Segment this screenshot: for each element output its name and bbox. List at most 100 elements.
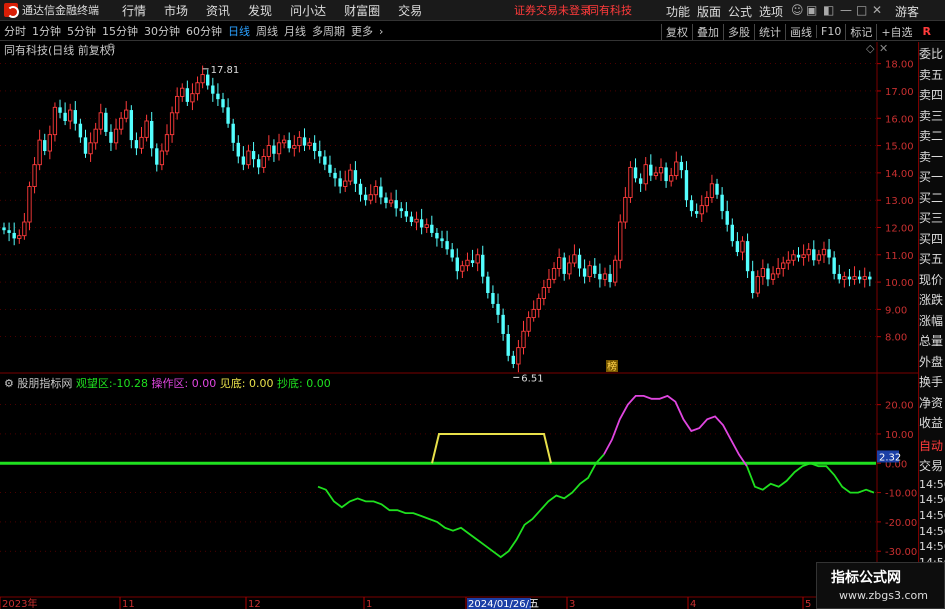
date-label: 4: [690, 599, 696, 609]
period-60min[interactable]: 60分钟: [186, 23, 222, 39]
candle-body-up: [572, 254, 577, 264]
period-fenshi[interactable]: 分时: [4, 23, 26, 39]
main-grid: [0, 42, 918, 609]
ind-tick-label: -10.00: [885, 489, 917, 500]
period-weekly[interactable]: 周线: [256, 23, 278, 39]
tool-f10[interactable]: F10: [816, 25, 845, 38]
candle-body-up: [613, 259, 618, 283]
candle-body-down: [221, 99, 225, 108]
lock-icon[interactable]: ▣: [806, 3, 817, 17]
candle-body-down: [633, 167, 638, 179]
tool-fuquan[interactable]: 复权: [661, 23, 692, 40]
candle-body-down: [694, 211, 699, 214]
candle-body-up: [159, 150, 165, 166]
tool-huaxian[interactable]: 画线: [785, 23, 816, 40]
ind-tick-label: -30.00: [885, 547, 917, 558]
r-badge[interactable]: R: [917, 25, 937, 38]
candle-body-down: [384, 197, 388, 203]
candle-body-down: [394, 200, 398, 209]
chevron-right-icon[interactable]: ›: [379, 25, 383, 38]
guest-label[interactable]: 游客: [895, 3, 919, 20]
skin-icon[interactable]: ◧: [823, 3, 834, 17]
menu-banmian[interactable]: 版面: [697, 3, 721, 20]
candle-body-up: [740, 240, 745, 253]
candle-body-down: [155, 148, 159, 165]
high-label: 17.81: [211, 65, 240, 76]
menu-gongneng[interactable]: 功能: [666, 3, 690, 20]
candle-body-down: [450, 249, 454, 258]
candle-body-down: [440, 238, 444, 242]
tab-auto[interactable]: 自动: [919, 436, 945, 457]
menu-hangqing[interactable]: 行情: [122, 2, 146, 19]
quote-label: 买五: [919, 252, 944, 266]
candle-body-up: [276, 142, 282, 155]
diamond-icon[interactable]: ◇: [866, 42, 874, 55]
quote-label: 卖一: [919, 149, 944, 164]
candle-body-down: [73, 110, 78, 124]
tool-biaoji[interactable]: 标记: [845, 23, 876, 40]
candle-body-up: [195, 82, 200, 95]
candle-body-up: [88, 142, 93, 155]
low-label: 6.51: [521, 373, 543, 384]
date-label: 2023年: [2, 597, 37, 609]
candle-body-down: [236, 142, 240, 157]
period-more[interactable]: 更多: [351, 23, 373, 39]
period-multi[interactable]: 多周期: [312, 23, 345, 39]
maximize-icon[interactable]: □: [856, 3, 867, 17]
candle-body-up: [623, 196, 628, 223]
trade-login-notice[interactable]: 证券交易未登录: [514, 2, 591, 18]
quote-label: 外盘: [919, 354, 944, 369]
candle-body-up: [775, 267, 781, 275]
period-15min[interactable]: 15分钟: [102, 23, 138, 39]
candle-body-down: [409, 216, 414, 223]
panel-close-icon[interactable]: ✕: [879, 42, 888, 55]
period-monthly[interactable]: 月线: [284, 23, 306, 39]
candlestick-series: 17.81 6.51 榜: [2, 65, 872, 384]
menu-jiaoyi[interactable]: 交易: [398, 2, 422, 19]
candle-body-down: [649, 164, 653, 176]
candle-body-down: [511, 355, 516, 364]
candle-body-up: [862, 276, 867, 280]
indicator-settings-icon[interactable]: ⚙: [4, 377, 17, 390]
tool-tongji[interactable]: 统计: [754, 23, 785, 40]
indicator-name: 股朋指标网: [17, 377, 73, 390]
candle-body-up: [669, 175, 674, 182]
quote-label: 涨幅: [919, 313, 944, 328]
tick-time: 14:56: [919, 540, 945, 554]
tool-zixuan[interactable]: +自选: [876, 23, 916, 40]
candle-body-up: [786, 259, 791, 264]
period-1min[interactable]: 1分钟: [32, 23, 61, 39]
candle-body-down: [745, 241, 750, 272]
candle-body-up: [261, 156, 266, 168]
close-icon[interactable]: ✕: [872, 3, 882, 17]
menu-faxian[interactable]: 发现: [248, 2, 272, 19]
menu-shichang[interactable]: 市场: [164, 2, 188, 19]
candle-body-up: [93, 128, 98, 144]
menu-gongshi[interactable]: 公式: [728, 3, 752, 20]
menu-zixun[interactable]: 资讯: [206, 2, 230, 19]
candle-body-up: [22, 221, 27, 237]
user-icon[interactable]: ☺: [791, 3, 804, 17]
menu-caifuquan[interactable]: 财富圈: [344, 2, 380, 19]
candle-body-down: [63, 112, 67, 121]
minimize-icon[interactable]: —: [840, 3, 852, 17]
period-30min[interactable]: 30分钟: [144, 23, 180, 39]
menu-wenxiaoda[interactable]: 问小达: [290, 2, 326, 19]
period-daily[interactable]: 日线: [228, 23, 250, 39]
tick-time: 14:56: [919, 493, 945, 507]
indicator-val-operate: 0.00: [191, 377, 217, 390]
candle-body-down: [664, 167, 668, 182]
period-5min[interactable]: 5分钟: [67, 23, 96, 39]
tool-diejia[interactable]: 叠加: [692, 23, 723, 40]
chart-area[interactable]: 17.816.51榜 18.0017.0016.0015.0014.0013.0…: [0, 42, 918, 609]
settings-icon[interactable]: ⚙: [106, 41, 116, 54]
candle-body-up: [546, 278, 552, 288]
candle-body-up: [760, 267, 766, 278]
menu-xuanxiang[interactable]: 选项: [759, 3, 783, 20]
tab-trade[interactable]: 交易: [919, 456, 945, 477]
candle-body-up: [424, 224, 429, 228]
candle-body-down: [435, 232, 439, 239]
candle-body-up: [541, 287, 547, 299]
candle-body-down: [582, 268, 587, 277]
tool-duogu[interactable]: 多股: [723, 23, 754, 40]
